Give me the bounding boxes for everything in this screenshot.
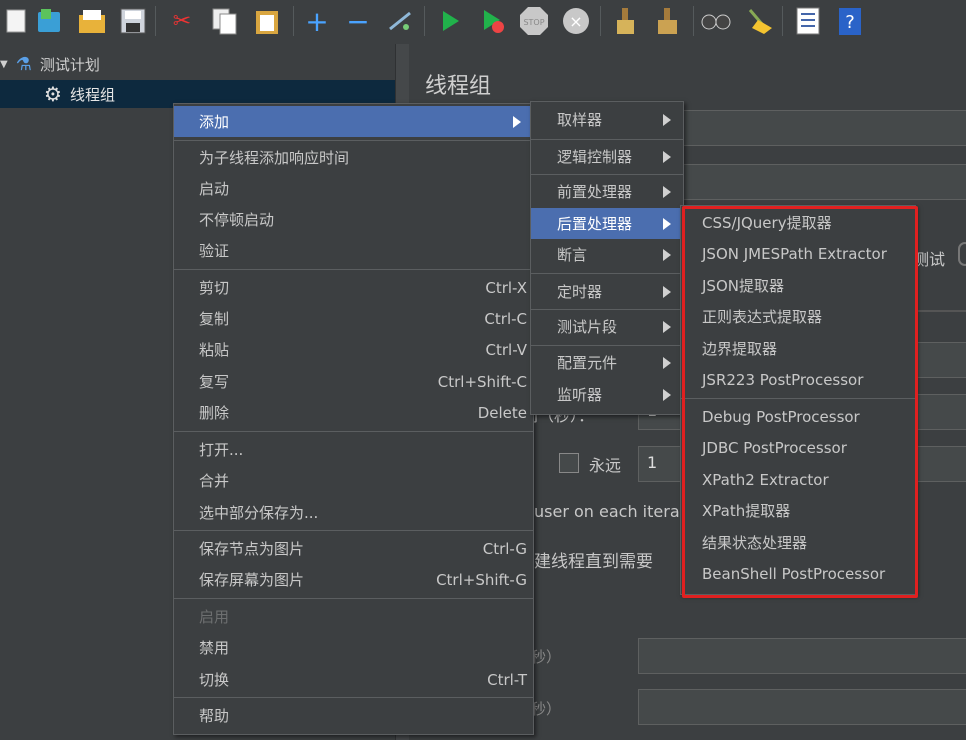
svg-text:STOP: STOP [523, 18, 544, 27]
submenu-arrow-icon [663, 217, 671, 230]
tree-node-label: 线程组 [69, 85, 115, 104]
radio-button[interactable] [958, 242, 966, 266]
tree-node-test-plan[interactable]: ▼ ⚗ 测试计划 [0, 50, 100, 78]
submenu-item-test-fragment[interactable]: 测试片段 [531, 311, 683, 342]
loop-forever-checkbox[interactable] [559, 453, 579, 473]
gear-icon: ⚙ [44, 82, 62, 106]
start-no-pause-icon[interactable] [476, 5, 508, 37]
startup-delay-label-partial: 秒） [531, 700, 562, 718]
page-title: 线程组 [425, 74, 492, 99]
add-submenu: 取样器 逻辑控制器 前置处理器 后置处理器 断言 定时器 测试片段 配置元件 监… [530, 101, 684, 415]
flask-icon: ⚗ [15, 53, 32, 75]
open-icon[interactable] [76, 5, 108, 37]
menu-item-disable[interactable]: 禁用 [174, 632, 533, 663]
submenu-arrow-icon [663, 388, 671, 401]
same-user-label: user on each iterati [534, 502, 691, 521]
submenu-arrow-icon [513, 115, 521, 128]
clear-all-icon[interactable] [652, 5, 684, 37]
submenu-item-assertion[interactable]: 断言 [531, 239, 683, 270]
loop-forever-label: 永远 [589, 456, 622, 475]
submenu-arrow-icon [663, 185, 671, 198]
expand-arrow-icon[interactable]: ▼ [0, 59, 8, 70]
submenu-arrow-icon [663, 113, 671, 126]
menu-item-cut[interactable]: 剪切 Ctrl-X [174, 272, 533, 303]
menu-item-start-no-pause[interactable]: 不停顿启动 [174, 204, 533, 235]
toggle-icon[interactable] [384, 5, 416, 37]
function-helper-icon[interactable] [792, 5, 824, 37]
duration-field[interactable] [638, 638, 966, 674]
copy-icon[interactable] [209, 5, 241, 37]
menu-item-save-screen-image[interactable]: 保存屏幕为图片 Ctrl+Shift-G [174, 564, 533, 595]
help-icon[interactable]: ? [834, 5, 866, 37]
shutdown-icon[interactable]: × [560, 5, 592, 37]
highlight-box [682, 206, 918, 598]
menu-item-open[interactable]: 打开... [174, 434, 533, 465]
menu-item-validate[interactable]: 验证 [174, 235, 533, 266]
clear-icon[interactable] [610, 5, 642, 37]
svg-text:×: × [569, 12, 582, 31]
startup-delay-field[interactable] [638, 689, 966, 725]
templates-icon[interactable] [33, 5, 65, 37]
submenu-arrow-icon [663, 285, 671, 298]
duration-label-partial: 秒） [531, 648, 562, 666]
submenu-item-listener[interactable]: 监听器 [531, 379, 683, 410]
menu-item-merge[interactable]: 合并 [174, 465, 533, 496]
expand-icon[interactable]: + [301, 5, 333, 38]
cut-icon[interactable]: ✂ [166, 5, 198, 37]
menu-item-add[interactable]: 添加 [174, 106, 533, 137]
toolbar: ✂ + − STOP × ? [0, 0, 966, 44]
submenu-arrow-icon [663, 248, 671, 261]
context-menu: 添加 为子线程添加响应时间 启动 不停顿启动 验证 剪切 Ctrl-X 复制 Ctr… [173, 103, 534, 735]
submenu-arrow-icon [663, 150, 671, 163]
comments-field[interactable] [681, 164, 966, 200]
menu-item-remove[interactable]: 删除 Delete [174, 397, 533, 428]
menu-item-start[interactable]: 启动 [174, 173, 533, 204]
submenu-item-config-element[interactable]: 配置元件 [531, 347, 683, 378]
start-icon[interactable] [434, 5, 466, 37]
paste-icon[interactable] [251, 5, 283, 37]
menu-item-paste[interactable]: 粘贴 Ctrl-V [174, 334, 533, 365]
name-field[interactable] [681, 110, 966, 146]
menu-item-save-selection[interactable]: 选中部分保存为... [174, 497, 533, 528]
submenu-arrow-icon [663, 320, 671, 333]
tree-node-label: 测试计划 [39, 55, 100, 74]
menu-item-add-response-time[interactable]: 为子线程添加响应时间 [174, 142, 533, 173]
submenu-item-sampler[interactable]: 取样器 [531, 104, 683, 135]
menu-item-enable: 启用 [199, 608, 230, 626]
reset-search-icon[interactable] [743, 5, 775, 37]
save-icon[interactable] [117, 5, 149, 37]
submenu-arrow-icon [663, 356, 671, 369]
menu-item-copy[interactable]: 复制 Ctrl-C [174, 303, 533, 334]
new-icon[interactable] [0, 5, 32, 37]
search-icon[interactable] [700, 5, 732, 37]
menu-item-help[interactable]: 帮助 [174, 700, 533, 731]
submenu-item-post-processor[interactable]: 后置处理器 [531, 208, 683, 239]
delay-creation-label: 建线程直到需要 [534, 552, 653, 572]
stop-icon[interactable]: STOP [518, 5, 550, 37]
submenu-item-pre-processor[interactable]: 前置处理器 [531, 176, 683, 207]
submenu-item-timer[interactable]: 定时器 [531, 276, 683, 307]
menu-item-duplicate[interactable]: 复写 Ctrl+Shift-C [174, 366, 533, 397]
submenu-item-logic-controller[interactable]: 逻辑控制器 [531, 141, 683, 172]
menu-item-toggle[interactable]: 切换 Ctrl-T [174, 664, 533, 695]
svg-text:?: ? [845, 12, 855, 33]
collapse-icon[interactable]: − [342, 5, 374, 38]
menu-item-save-node-image[interactable]: 保存节点为图片 Ctrl-G [174, 533, 533, 564]
